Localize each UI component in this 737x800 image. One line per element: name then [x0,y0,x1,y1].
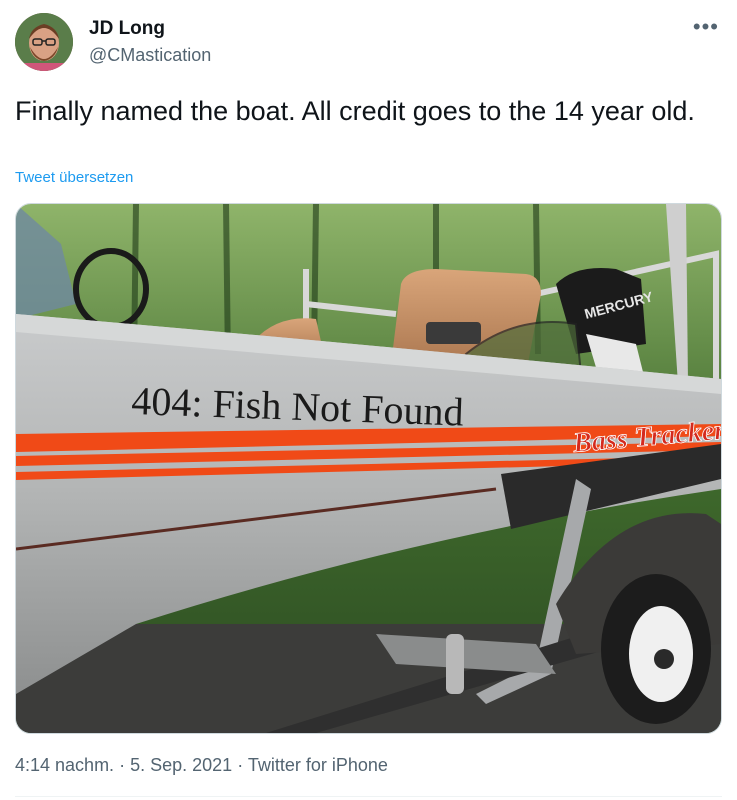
divider [15,796,722,797]
author-handle[interactable]: @CMastication [89,45,211,66]
tweet-metadata: 4:14 nachm. · 5. Sep. 2021 · Twitter for… [15,755,388,776]
separator: · [237,755,248,775]
more-horizontal-icon[interactable]: ••• [693,14,719,40]
separator: · [119,755,131,775]
avatar[interactable] [15,13,73,71]
tweet-date[interactable]: 5. Sep. 2021 [130,755,232,775]
tweet-source[interactable]: Twitter for iPhone [248,755,388,775]
author-name[interactable]: JD Long [89,18,165,40]
tweet-text: Finally named the boat. All credit goes … [15,96,695,126]
boat-photo: MERCURY 404: Fish Not Found Bass Tracker [16,204,721,733]
translate-tweet-link[interactable]: Tweet übersetzen [15,169,133,186]
avatar-image [15,13,73,71]
tweet-photo[interactable]: MERCURY 404: Fish Not Found Bass Tracker [15,203,722,734]
tweet-time[interactable]: 4:14 nachm. [15,755,114,775]
